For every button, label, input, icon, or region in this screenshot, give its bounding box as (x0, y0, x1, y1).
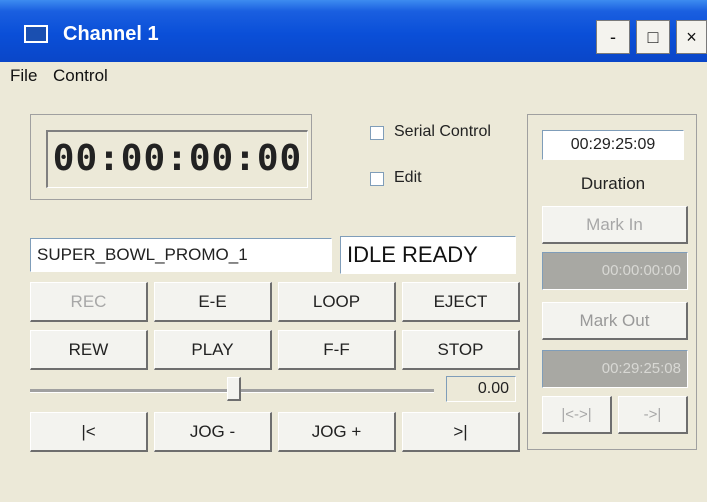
status-display: IDLE READY (340, 236, 516, 274)
ee-button[interactable]: E-E (154, 282, 272, 322)
timecode-display: 00:00:00:00 (46, 130, 308, 188)
eject-button[interactable]: EJECT (402, 282, 520, 322)
rec-button[interactable]: REC (30, 282, 148, 322)
duration-label: Duration (580, 174, 646, 193)
window-icon (24, 25, 48, 43)
edit-label: Edit (394, 169, 422, 186)
mark-out-button[interactable]: Mark Out (542, 302, 688, 340)
minimize-button[interactable]: - (596, 20, 630, 54)
goto-range-button[interactable]: |<->| (542, 396, 612, 434)
close-button[interactable]: × (676, 20, 707, 54)
menu-bar: File Control (0, 62, 707, 92)
stop-button[interactable]: STOP (402, 330, 520, 370)
jog-plus-button[interactable]: JOG + (278, 412, 396, 452)
play-button[interactable]: PLAY (154, 330, 272, 370)
duration-field: 00:29:25:09 (542, 130, 684, 160)
mark-out-value: 00:29:25:08 (542, 350, 688, 388)
window-title: Channel 1 (63, 23, 159, 45)
title-bar[interactable]: Channel 1 - □ × (0, 0, 707, 62)
jog-end-button[interactable]: >| (402, 412, 520, 452)
fast-forward-button[interactable]: F-F (278, 330, 396, 370)
menu-control[interactable]: Control (53, 66, 108, 86)
clip-name-field[interactable]: SUPER_BOWL_PROMO_1 (30, 238, 332, 272)
channel-window: Channel 1 - □ × File Control 00:00:00:00… (0, 0, 707, 502)
menu-file[interactable]: File (10, 66, 37, 86)
mark-in-value: 00:00:00:00 (542, 252, 688, 290)
loop-button[interactable]: LOOP (278, 282, 396, 322)
mark-in-button[interactable]: Mark In (542, 206, 688, 244)
maximize-button[interactable]: □ (636, 20, 670, 54)
goto-end-button[interactable]: ->| (618, 396, 688, 434)
jog-start-button[interactable]: |< (30, 412, 148, 452)
speed-readout: 0.00 (446, 376, 516, 402)
shuttle-slider-thumb[interactable] (227, 377, 241, 401)
serial-control-label: Serial Control (394, 123, 491, 140)
rewind-button[interactable]: REW (30, 330, 148, 370)
serial-control-checkbox[interactable] (370, 126, 384, 140)
edit-checkbox[interactable] (370, 172, 384, 186)
jog-minus-button[interactable]: JOG - (154, 412, 272, 452)
